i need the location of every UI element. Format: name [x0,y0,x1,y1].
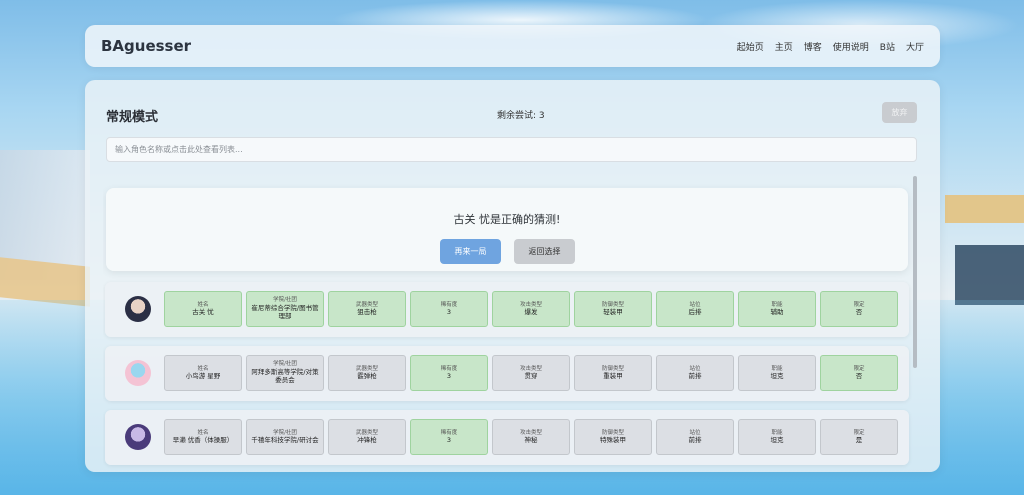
cell-value: 重装甲 [603,372,623,381]
school-cell: 学院/社团 崔尼蒂综合学院/图书管理部 [246,291,324,327]
cell-value: 前排 [688,372,702,381]
rarity-cell: 稀有度 3 [410,291,488,327]
cell-value: 早濑 优香（体操服） [172,436,234,445]
cell-value: 3 [446,308,452,317]
background-desk [0,257,90,307]
school-cell: 学院/社团 千禧年科技学院/研讨会 [246,419,324,455]
position-cell: 站位 前排 [656,419,734,455]
character-avatar [125,360,151,386]
cell-label: 稀有度 [440,365,458,372]
cell-value: 阿拜多斯高等学院/对策委员会 [251,368,319,385]
cell-value: 是 [855,436,863,445]
guess-row: 姓名 小鸟游 星野 学院/社团 阿拜多斯高等学院/对策委员会 武器类型 霰弹枪 稀有度 3 攻击… [105,346,909,401]
attack-cell: 攻击类型 神秘 [492,419,570,455]
character-avatar [125,424,151,450]
nav-links: 起始页 主页 博客 使用说明 B站 大厅 [737,40,924,53]
nav-link-bilibili[interactable]: B站 [880,40,895,53]
cell-value: 坦克 [770,372,784,381]
attack-cell: 攻击类型 爆发 [492,291,570,327]
nav-link-blog[interactable]: 博客 [804,40,822,53]
weapon-cell: 武器类型 霰弹枪 [328,355,406,391]
cell-value: 狙击枪 [357,308,377,317]
cell-value: 千禧年科技学院/研讨会 [251,436,319,445]
cell-label: 限定 [853,301,865,308]
weapon-cell: 武器类型 狙击枪 [328,291,406,327]
cell-value: 贯穿 [524,372,538,381]
limited-cell: 限定是 [820,419,898,455]
mode-title: 常规模式 [106,110,159,125]
cell-value: 神秘 [524,436,538,445]
limited-cell: 限定否 [820,355,898,391]
cell-value: 前排 [688,436,702,445]
position-cell: 站位 后排 [656,291,734,327]
result-message: 古关 忧是正确的猜测! [453,213,561,226]
cell-value: 坦克 [770,436,784,445]
cell-value: 冲锋枪 [357,436,377,445]
result-card: 古关 忧是正确的猜测! 再来一局 返回选择 [106,188,908,271]
position-cell: 站位 前排 [656,355,734,391]
cell-value: 爆发 [524,308,538,317]
cell-value: 小鸟游 星野 [185,372,221,381]
cell-value: 崔尼蒂综合学院/图书管理部 [251,304,319,321]
list-scrollbar[interactable] [913,176,917,368]
play-again-button[interactable]: 再来一局 [440,239,501,264]
character-avatar [125,296,151,322]
name-cell: 姓名 古关 忧 [164,291,242,327]
cell-value: 3 [446,436,452,445]
cell-label: 稀有度 [440,301,458,308]
nav-link-start[interactable]: 起始页 [737,40,764,53]
guess-row: 姓名 早濑 优香（体操服） 学院/社团 千禧年科技学院/研讨会 武器类型 冲锋枪 稀有度 3 攻… [105,410,909,465]
guess-row: 姓名 古关 忧学院/社团 崔尼蒂综合学院/图书管理部 武器类型 狙击枪 稀有度 3 攻击类型爆… [105,282,909,337]
top-navbar: BAguesser 起始页 主页 博客 使用说明 B站 大厅 [85,25,940,67]
cell-value: 否 [855,308,863,317]
cell-value: 古关 忧 [192,308,214,317]
cell-value: 辅助 [770,308,784,317]
defense-cell: 防御类型 特殊装甲 [574,419,652,455]
cell-value: 轻装甲 [603,308,623,317]
cell-label: 限定 [853,365,865,372]
defense-cell: 防御类型 轻装甲 [574,291,652,327]
attack-cell: 攻击类型 贯穿 [492,355,570,391]
back-to-select-button[interactable]: 返回选择 [514,239,575,264]
nav-link-home[interactable]: 主页 [775,40,793,53]
name-cell: 姓名 早濑 优香（体操服） [164,419,242,455]
school-cell: 学院/社团 阿拜多斯高等学院/对策委员会 [246,355,324,391]
rarity-cell: 稀有度 3 [410,355,488,391]
attempts-remaining: 剩余尝试: 3 [497,111,545,121]
cell-label: 稀有度 [440,429,458,436]
background-desk [945,195,1024,223]
role-cell: 职能 坦克 [738,419,816,455]
guess-list: 古关 忧是正确的猜测! 再来一局 返回选择 姓名 古关 忧学院/社团 崔尼蒂综合学院… [103,180,915,472]
rarity-cell: 稀有度 3 [410,419,488,455]
cell-value: 后排 [688,308,702,317]
brand-logo[interactable]: BAguesser [101,37,191,55]
cell-value: 3 [446,372,452,381]
role-cell: 职能 坦克 [738,355,816,391]
role-cell: 职能 辅助 [738,291,816,327]
weapon-cell: 武器类型 冲锋枪 [328,419,406,455]
name-cell: 姓名 小鸟游 星野 [164,355,242,391]
cell-value: 霰弹枪 [357,372,377,381]
nav-link-lobby[interactable]: 大厅 [906,40,924,53]
character-search-input[interactable] [106,137,917,162]
limited-cell: 限定否 [820,291,898,327]
defense-cell: 防御类型 重装甲 [574,355,652,391]
giveup-button[interactable]: 放弃 [882,102,917,123]
nav-link-help[interactable]: 使用说明 [833,40,869,53]
background-chair [955,245,1024,305]
cell-value: 特殊装甲 [600,436,626,445]
cell-value: 否 [855,372,863,381]
game-panel: 常规模式 剩余尝试: 3 放弃 古关 忧是正确的猜测! 再来一局 返回选择 姓名… [85,80,940,472]
cell-label: 限定 [853,429,865,436]
background-lockers [0,150,90,280]
